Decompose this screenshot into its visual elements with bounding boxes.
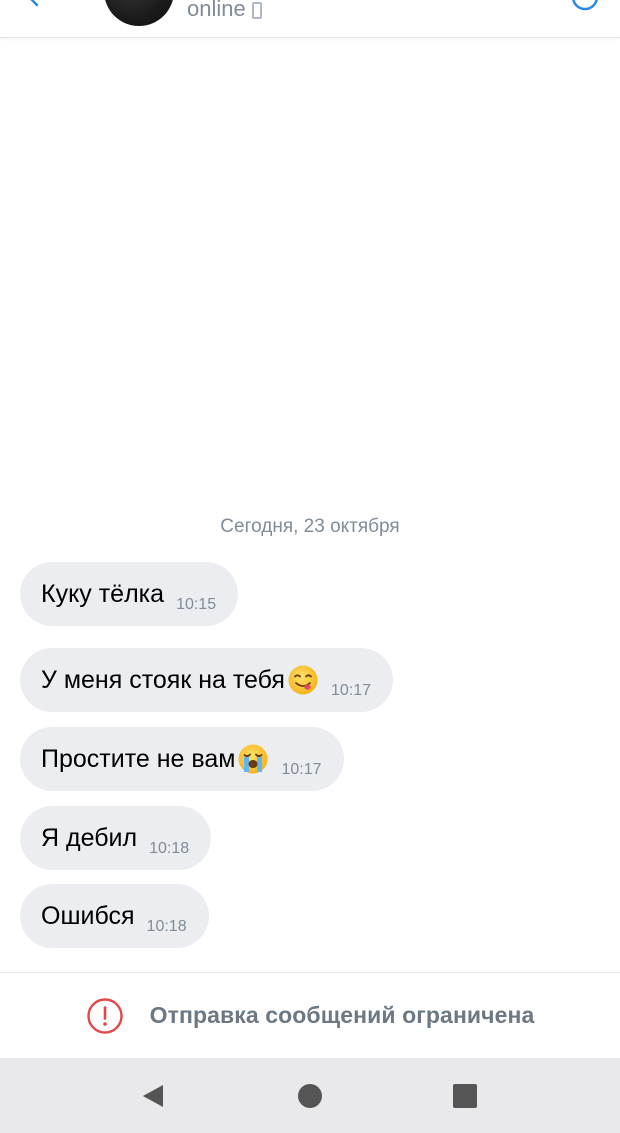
restriction-text: Отправка сообщений ограничена (149, 1002, 535, 1028)
date-separator: Сегодня, 23 октября (220, 516, 400, 537)
message-time: 10:18 (149, 840, 190, 857)
message-time: 10:18 (146, 918, 187, 935)
message-time: 10:15 (176, 596, 217, 613)
chat-screen: online Сегодня, 23 октября Куку тёлка 10… (0, 0, 620, 1133)
back-arrow-icon[interactable] (26, 0, 50, 10)
avatar[interactable] (104, 0, 174, 26)
warning-circle-icon (86, 997, 123, 1034)
system-navigation-bar (0, 1058, 620, 1133)
message-text: Ошибся (41, 901, 135, 930)
nav-recents-icon[interactable] (451, 1082, 479, 1110)
call-icon[interactable] (570, 0, 600, 12)
message-text: Я дебил (41, 823, 138, 852)
message-time: 10:17 (281, 761, 322, 778)
message-text: Простите не вам (41, 744, 236, 773)
status-text: online (187, 0, 246, 21)
message-bubble[interactable]: У меня стояк на тебя 10:17 (20, 648, 394, 712)
message-list[interactable]: Сегодня, 23 октября Куку тёлка 10:15 У м… (0, 38, 620, 972)
message-bubble[interactable]: Я дебил 10:18 (20, 806, 212, 870)
message-bubble[interactable]: Куку тёлка 10:15 (20, 562, 239, 626)
message-time: 10:17 (330, 682, 372, 699)
chat-header: online (0, 0, 620, 38)
message-text: Куку тёлка (41, 579, 165, 608)
message-bubble[interactable]: Ошибся 10:18 (20, 884, 209, 948)
presence-status: online (187, 0, 262, 22)
loudly-crying-face-emoji (238, 744, 268, 774)
messaging-restricted-notice: Отправка сообщений ограничена (0, 972, 620, 1058)
message-bubble[interactable]: Простите не вам 10:17 (20, 727, 344, 791)
face-savoring-food-emoji (288, 665, 318, 695)
nav-back-icon[interactable] (139, 1082, 167, 1110)
mobile-device-icon (251, 2, 262, 19)
message-text: У меня стояк на тебя (41, 665, 285, 694)
nav-home-icon[interactable] (296, 1082, 324, 1110)
